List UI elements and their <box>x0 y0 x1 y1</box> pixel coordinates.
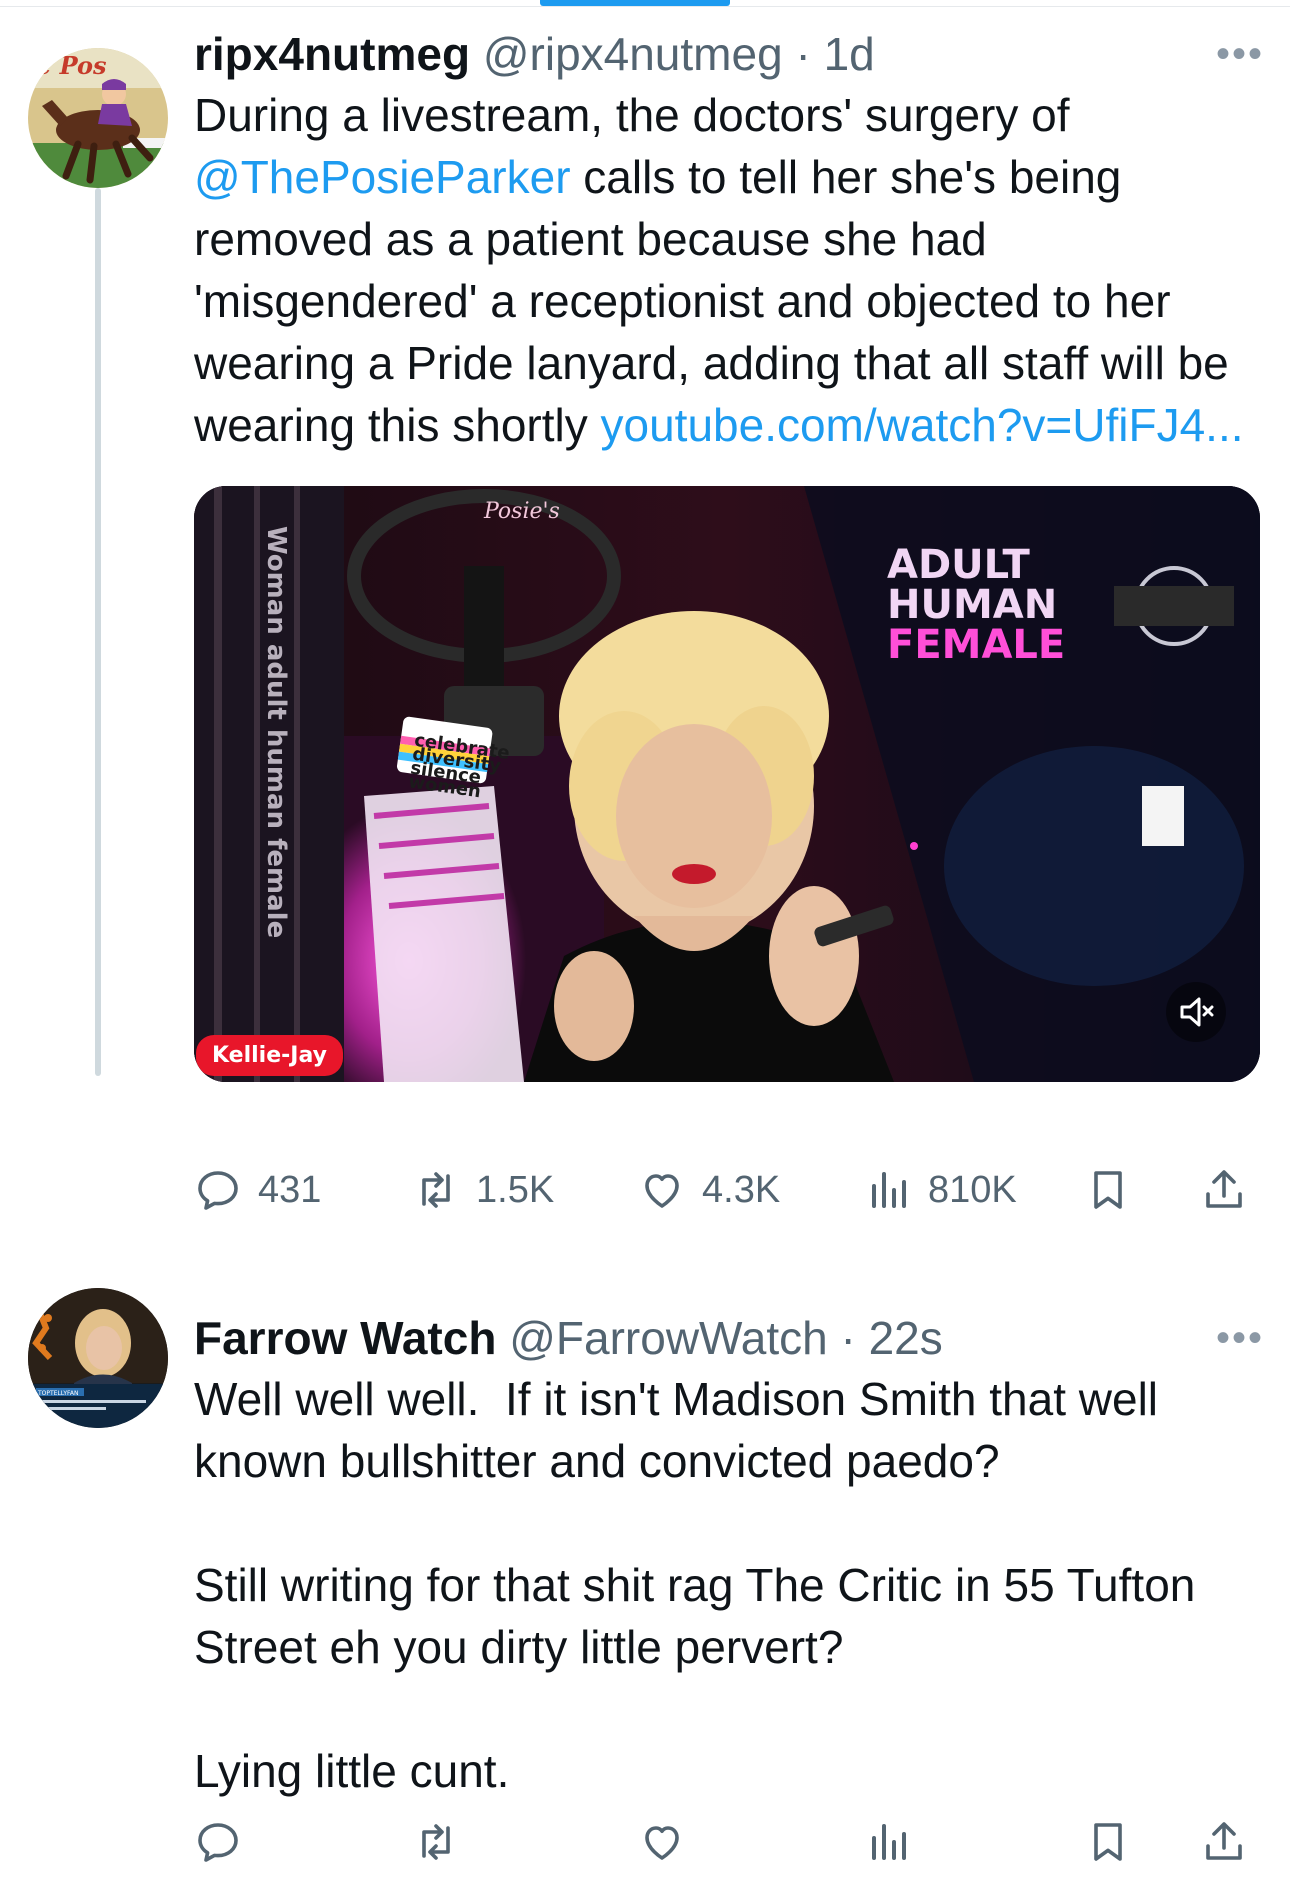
views-button[interactable]: 810K <box>864 1160 1017 1220</box>
more-icon[interactable]: ••• <box>1216 24 1264 84</box>
vertical-banner-text: Woman adult human female <box>261 526 291 938</box>
tweet-text: Well well well. If it isn't Madison Smit… <box>194 1373 1196 1797</box>
bookmark-button[interactable] <box>1084 1160 1132 1220</box>
retweet-icon <box>422 1172 450 1208</box>
bookmark-icon <box>1094 1171 1122 1209</box>
like-icon <box>645 1826 679 1860</box>
reply-button[interactable]: 431 <box>194 1160 321 1220</box>
user-handle[interactable]: @FarrowWatch <box>509 1312 827 1364</box>
views-button[interactable] <box>864 1812 928 1872</box>
retweet-count: 1.5K <box>476 1168 555 1211</box>
bookmark-icon <box>1094 1823 1122 1861</box>
svg-text:e Pos: e Pos <box>36 51 107 80</box>
separator-dot: · <box>840 1312 856 1364</box>
tweet-header: Farrow Watch @FarrowWatch · 22s ••• <box>194 1308 1264 1368</box>
tweet-text-start: During a livestream, the doctors' surger… <box>194 89 1083 141</box>
reply-icon <box>198 1171 238 1210</box>
like-icon <box>645 1174 679 1208</box>
like-count: 4.3K <box>702 1168 781 1211</box>
share-icon <box>1206 1170 1242 1208</box>
timestamp[interactable]: 1d <box>824 28 875 80</box>
video-player[interactable]: ADULT HUMAN FEMALE Posie's celebrate div… <box>194 486 1260 1082</box>
bookmark-button[interactable] <box>1084 1812 1132 1872</box>
views-icon <box>872 1172 906 1208</box>
like-button[interactable] <box>638 1812 702 1872</box>
horse-racing-avatar-image: e Pos <box>28 48 168 188</box>
youtube-link[interactable]: youtube.com/watch?v=UfiFJ4... <box>601 399 1244 451</box>
mute-icon[interactable] <box>1166 982 1226 1042</box>
top-divider <box>0 6 1290 7</box>
share-button[interactable] <box>1200 1160 1248 1220</box>
tweet-action-bar: 431 1.5K 4.3K 810K <box>194 1160 1264 1220</box>
neon-sign-line-3: FEMALE <box>887 622 1065 668</box>
separator-dot: · <box>795 28 811 80</box>
stand-label: Posie's <box>483 499 560 524</box>
retweet-icon <box>422 1824 450 1860</box>
more-icon[interactable]: ••• <box>1216 1308 1264 1368</box>
share-button[interactable] <box>1200 1812 1248 1872</box>
retweet-button[interactable]: 1.5K <box>412 1160 554 1220</box>
source-badge: Kellie-Jay <box>196 1035 343 1076</box>
avatar-farrowwatch[interactable]: TOPTELLYFAN <box>28 1288 168 1428</box>
user-handle[interactable]: @ripx4nutmeg <box>483 28 783 80</box>
like-button[interactable]: 4.3K <box>638 1160 780 1220</box>
view-count: 810K <box>928 1168 1017 1211</box>
mention-link[interactable]: @ThePosieParker <box>194 151 571 203</box>
reply-count: 431 <box>258 1168 322 1211</box>
tweet-text: During a livestream, the doctors' surger… <box>194 84 1264 456</box>
tv-clip-avatar-image: TOPTELLYFAN <box>28 1288 168 1428</box>
svg-text:TOPTELLYFAN: TOPTELLYFAN <box>37 1390 79 1397</box>
retweet-button[interactable] <box>412 1812 476 1872</box>
display-name[interactable]: ripx4nutmeg <box>194 28 470 80</box>
tweet-action-bar <box>194 1812 1264 1872</box>
thread-connector <box>95 188 101 1076</box>
views-icon <box>872 1824 906 1860</box>
share-icon <box>1206 1822 1242 1860</box>
avatar-ripx4nutmeg[interactable]: e Pos <box>28 48 168 188</box>
display-name[interactable]: Farrow Watch <box>194 1312 496 1364</box>
tweet-header: ripx4nutmeg @ripx4nutmeg · 1d ••• <box>194 24 1264 84</box>
livestream-video-frame: ADULT HUMAN FEMALE Posie's celebrate div… <box>194 486 1260 1082</box>
reply-icon <box>198 1823 238 1862</box>
timestamp[interactable]: 22s <box>869 1312 943 1364</box>
reply-button[interactable] <box>194 1812 258 1872</box>
